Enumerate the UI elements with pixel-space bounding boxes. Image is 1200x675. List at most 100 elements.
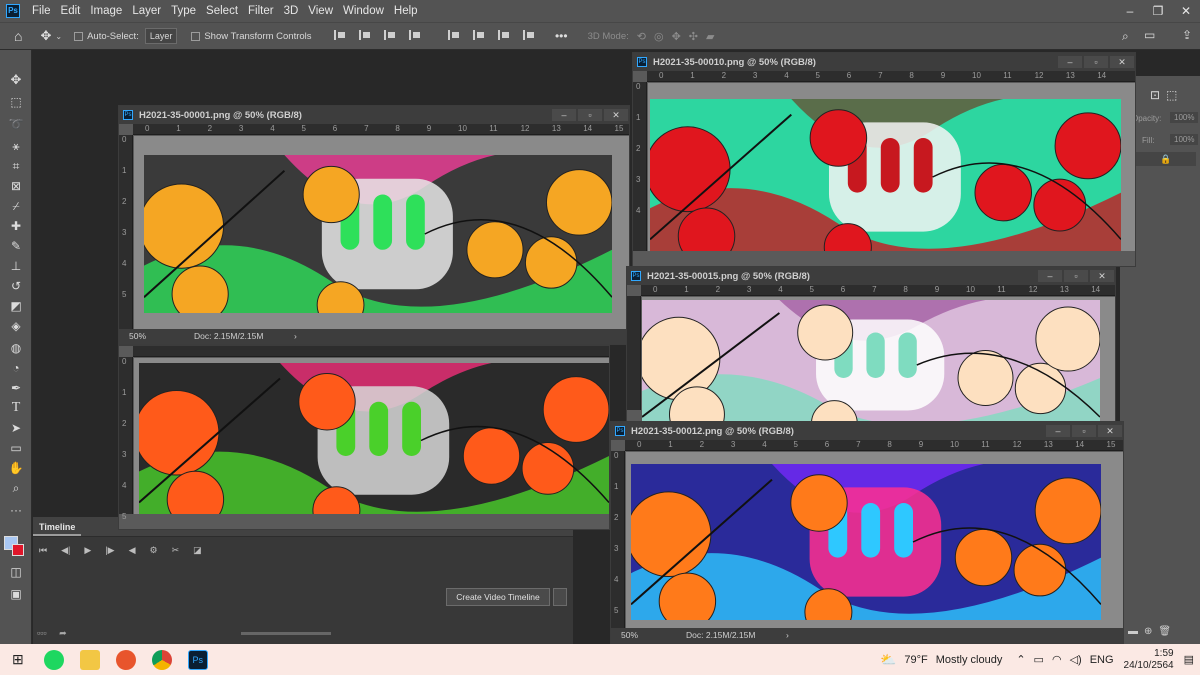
crop-tool-icon[interactable]: ⌗ [8,158,24,174]
move-tool-icon[interactable]: ✥ [40,28,51,44]
menu-select[interactable]: Select [206,5,238,17]
document-title-bar[interactable]: Ps H2021-35-00001.png @ 50% (RGB/8) – ▫ … [119,106,629,124]
lasso-tool-icon[interactable]: ➰ [8,116,24,132]
wifi-icon[interactable]: ◠ [1052,653,1062,666]
auto-select-target-select[interactable]: Layer [144,28,178,44]
artwork-image[interactable] [650,99,1121,251]
input-language[interactable]: ENG [1090,654,1114,666]
brush-tool-icon[interactable]: ✎ [8,238,24,254]
restore-icon[interactable]: ▫ [1084,56,1108,68]
eraser-tool-icon[interactable]: ◩ [8,298,24,314]
zoom-level[interactable]: 50% [129,329,146,344]
menu-edit[interactable]: Edit [61,5,81,17]
magic-wand-icon[interactable]: ⚹ [8,138,24,154]
home-icon[interactable]: ⌂ [14,28,22,44]
paint-bucket-icon[interactable]: ◈ [8,318,24,334]
canvas-area[interactable] [626,452,1123,628]
spotify-icon[interactable] [43,649,64,670]
menu-3d[interactable]: 3D [284,5,299,17]
menu-file[interactable]: File [32,5,51,17]
document-title-bar[interactable]: Ps H2021-35-00015.png @ 50% (RGB/8) – ▫ … [627,267,1115,285]
document-window[interactable]: Ps H2021-35-00010.png @ 50% (RGB/8) – ▫ … [632,52,1136,267]
document-window[interactable]: Ps H2021-35-00001.png @ 50% (RGB/8) – ▫ … [118,105,630,345]
workspace-icon[interactable]: ▭ [1144,28,1155,42]
minimize-icon[interactable]: – [552,109,576,121]
healing-brush-icon[interactable]: ✚ [8,218,24,234]
align-middle-icon[interactable] [472,29,485,40]
layer-actions-icons[interactable]: ▬⊕🗑 [1128,626,1177,637]
minimize-icon[interactable]: – [1046,425,1070,437]
minimize-icon[interactable]: – [1116,0,1144,22]
edit-toolbar-icon[interactable]: ··· [8,502,24,518]
chrome-icon[interactable] [151,649,172,670]
align-center-icon[interactable] [358,29,371,40]
clock[interactable]: 1:59 24/10/2564 [1124,648,1174,672]
artwork-image[interactable] [631,464,1101,620]
artwork-image[interactable] [139,363,609,514]
menu-view[interactable]: View [308,5,333,17]
notifications-icon[interactable]: ▤ [1184,653,1194,666]
chevron-down-icon[interactable]: ⌄ [55,32,62,41]
opacity-input[interactable]: 100% [1170,112,1199,123]
document-title-bar[interactable]: Ps H2021-35-00012.png @ 50% (RGB/8) – ▫ … [611,422,1123,440]
transform-controls-checkbox[interactable] [191,31,201,41]
restore-icon[interactable]: ▫ [1072,425,1096,437]
canvas-area[interactable] [134,136,629,329]
background-color-swatch[interactable] [12,544,24,556]
hand-tool-icon[interactable]: ✋ [8,460,24,476]
menu-image[interactable]: Image [90,5,122,17]
artwork-image[interactable] [144,155,612,313]
menu-filter[interactable]: Filter [248,5,274,17]
windows-start-icon[interactable]: ⊞ [12,651,24,668]
next-frame-icon[interactable]: |▶ [105,545,114,556]
close-icon[interactable]: ✕ [604,109,628,121]
path-selection-icon[interactable]: ➤ [8,420,24,436]
clone-stamp-icon[interactable]: ⊥ [8,258,24,274]
history-brush-icon[interactable]: ↺ [8,278,24,294]
align-top-icon[interactable] [447,29,460,40]
file-explorer-icon[interactable] [79,649,100,670]
restore-icon[interactable]: ▫ [1064,270,1088,282]
distribute-vertical-icon[interactable] [522,29,535,40]
document-window[interactable]: 0 1 2 3 4 5 [118,345,610,530]
dodge-tool-icon[interactable]: ◔ [8,360,24,376]
share-icon[interactable]: ⇪ [1182,28,1192,42]
screen-mode-icon[interactable]: ▣ [8,586,24,602]
status-chevron-icon[interactable]: › [786,628,789,643]
canvas-area[interactable] [648,83,1135,251]
document-title-bar[interactable]: Ps H2021-35-00010.png @ 50% (RGB/8) – ▫ … [633,53,1135,71]
shape-tool-icon[interactable]: ▭ [8,440,24,456]
document-window[interactable]: Ps H2021-35-00015.png @ 50% (RGB/8) – ▫ … [626,266,1116,426]
restore-icon[interactable]: ▫ [578,109,602,121]
restore-icon[interactable]: ❐ [1144,0,1172,22]
close-icon[interactable]: ✕ [1110,56,1134,68]
menu-type[interactable]: Type [171,5,196,17]
menu-layer[interactable]: Layer [132,5,161,17]
minimize-icon[interactable]: – [1058,56,1082,68]
close-icon[interactable]: ✕ [1172,0,1200,22]
previous-frame-icon[interactable]: ◀| [61,545,70,556]
settings-gear-icon[interactable]: ⚙ [149,545,157,556]
move-tool-icon[interactable]: ✥ [8,72,24,88]
weather-icon[interactable]: ⛅ [880,652,896,668]
tray-chevron-icon[interactable]: ⌃ [1016,653,1025,666]
timeline-tab[interactable]: Timeline [33,517,82,536]
first-frame-icon[interactable]: ⏮ [39,545,47,556]
align-right-icon[interactable] [383,29,396,40]
more-options-icon[interactable]: ••• [555,29,568,43]
fill-input[interactable]: 100% [1170,134,1199,145]
marquee-tool-icon[interactable]: ⬚ [8,94,24,110]
weather-description[interactable]: Mostly cloudy [936,654,1003,666]
artwork-image[interactable] [642,300,1100,425]
align-left-icon[interactable] [333,29,346,40]
blur-tool-icon[interactable]: ◍ [8,340,24,356]
status-chevron-icon[interactable]: › [294,329,297,344]
transition-icon[interactable]: ◪ [193,545,202,556]
minimize-icon[interactable]: – [1038,270,1062,282]
zoom-slider[interactable] [241,632,331,635]
audio-icon[interactable]: ◀ [129,545,136,556]
battery-icon[interactable]: ▭ [1034,653,1044,666]
timeline-mode-dropdown[interactable] [553,588,567,606]
frame-tool-icon[interactable]: ⊠ [8,178,24,194]
close-icon[interactable]: ✕ [1098,425,1122,437]
